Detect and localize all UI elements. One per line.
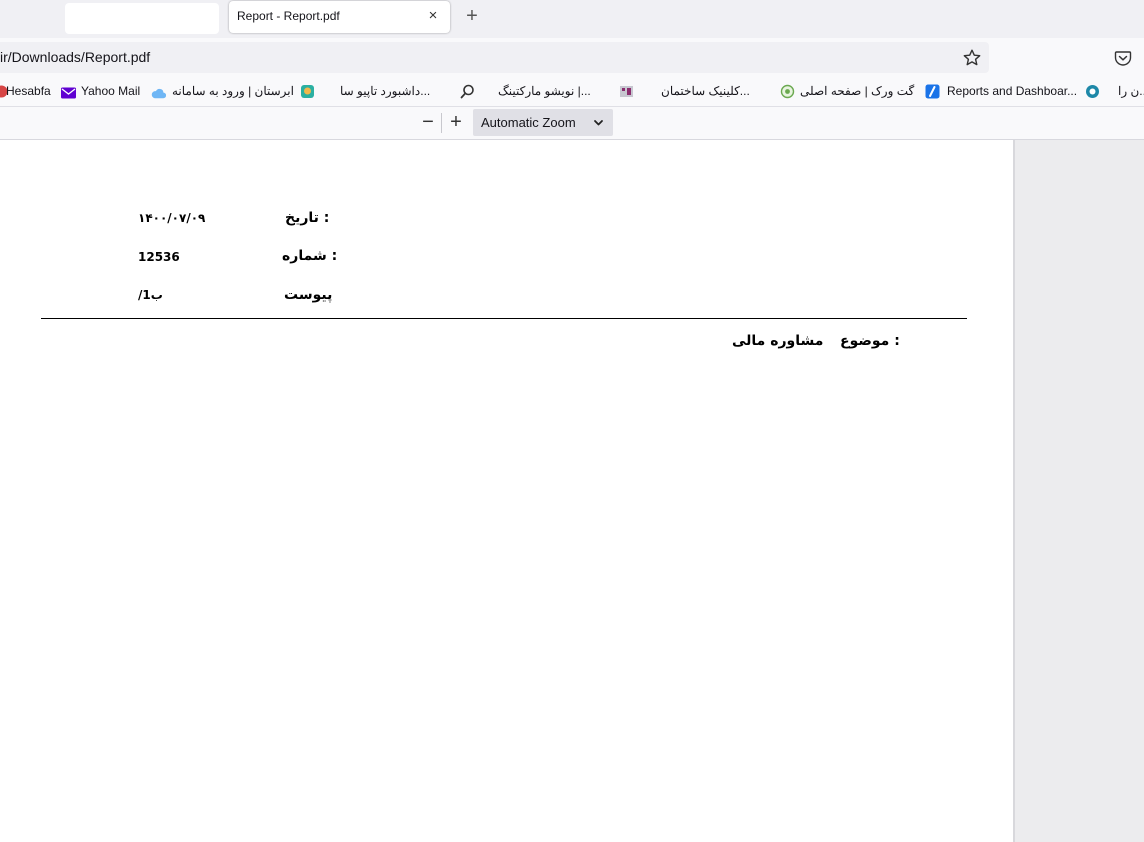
- date-label: تاریخ :: [285, 210, 330, 226]
- navigation-bar: ir/Downloads/Report.pdf: [0, 38, 1144, 78]
- page-edge: [1013, 140, 1015, 842]
- pdf-page: تاریخ : ۱۴۰۰/۰۷/۰۹ شماره : 12536 پیوست /…: [0, 140, 1013, 842]
- cloud-icon: [151, 88, 166, 99]
- zoom-separator: [441, 113, 442, 133]
- circle-logo-icon: [1086, 85, 1099, 98]
- tab-strip: Report - Report.pdf × +: [0, 0, 1144, 38]
- yahoo-mail-icon: [61, 87, 76, 99]
- url-bar[interactable]: ir/Downloads/Report.pdf: [0, 42, 989, 73]
- date-value: ۱۴۰۰/۰۷/۰۹: [138, 211, 206, 225]
- bookmark-tapyo-dashboard[interactable]: داشبورد تاپیو سا...: [340, 84, 430, 98]
- tab-blank[interactable]: [65, 3, 219, 34]
- magnifier-icon: [460, 84, 474, 99]
- attachment-value: /1ب: [138, 288, 163, 302]
- bookmark-abrestan[interactable]: ابرستان | ورود به سامانه: [172, 84, 294, 98]
- zoom-out-button[interactable]: −: [418, 111, 438, 133]
- zoom-select[interactable]: Automatic Zoom: [473, 109, 613, 136]
- zoom-in-button[interactable]: +: [446, 111, 466, 133]
- bookmark-clinic-building[interactable]: کلینیک ساختمان...: [661, 84, 750, 98]
- tab-title: Report - Report.pdf: [237, 9, 340, 23]
- bookmark-novisho-marketing[interactable]: نویشو مارکتینگ |...: [498, 84, 591, 98]
- attachment-label: پیوست: [284, 287, 333, 303]
- bookmark-reports-dashboards[interactable]: Reports and Dashboar...: [947, 84, 1077, 98]
- bookmark-overflow[interactable]: ن را...: [1118, 84, 1144, 98]
- number-value: 12536: [138, 250, 180, 264]
- subject-label: موضوع :: [840, 333, 900, 349]
- pocket-icon[interactable]: [1114, 49, 1132, 67]
- getwork-icon: [780, 84, 795, 99]
- number-label: شماره :: [282, 248, 338, 264]
- new-tab-button[interactable]: +: [461, 5, 483, 27]
- tapyo-icon: [301, 85, 314, 98]
- url-text: ir/Downloads/Report.pdf: [0, 49, 151, 65]
- bookmark-yahoo-mail[interactable]: Yahoo Mail: [81, 84, 140, 98]
- bookmark-getwork[interactable]: گت ورک | صفحه اصلی: [800, 84, 914, 98]
- header-divider: [41, 318, 967, 319]
- pdf-viewer[interactable]: تاریخ : ۱۴۰۰/۰۷/۰۹ شماره : 12536 پیوست /…: [0, 140, 1144, 842]
- bookmarks-toolbar: Hesabfa Yahoo Mail ابرستان | ورود به سام…: [0, 78, 1144, 107]
- subject-value: مشاوره مالی: [732, 333, 824, 349]
- zoom-select-value: Automatic Zoom: [481, 115, 576, 130]
- chevron-down-icon: [594, 120, 603, 126]
- star-icon[interactable]: [962, 48, 982, 68]
- reports-icon: [925, 84, 940, 99]
- tab-report-pdf[interactable]: Report - Report.pdf ×: [229, 1, 450, 33]
- close-icon[interactable]: ×: [422, 5, 444, 27]
- clinic-icon: [620, 86, 633, 97]
- bookmark-hesabfa[interactable]: Hesabfa: [6, 84, 51, 98]
- pdf-toolbar: − + Automatic Zoom: [0, 107, 1144, 140]
